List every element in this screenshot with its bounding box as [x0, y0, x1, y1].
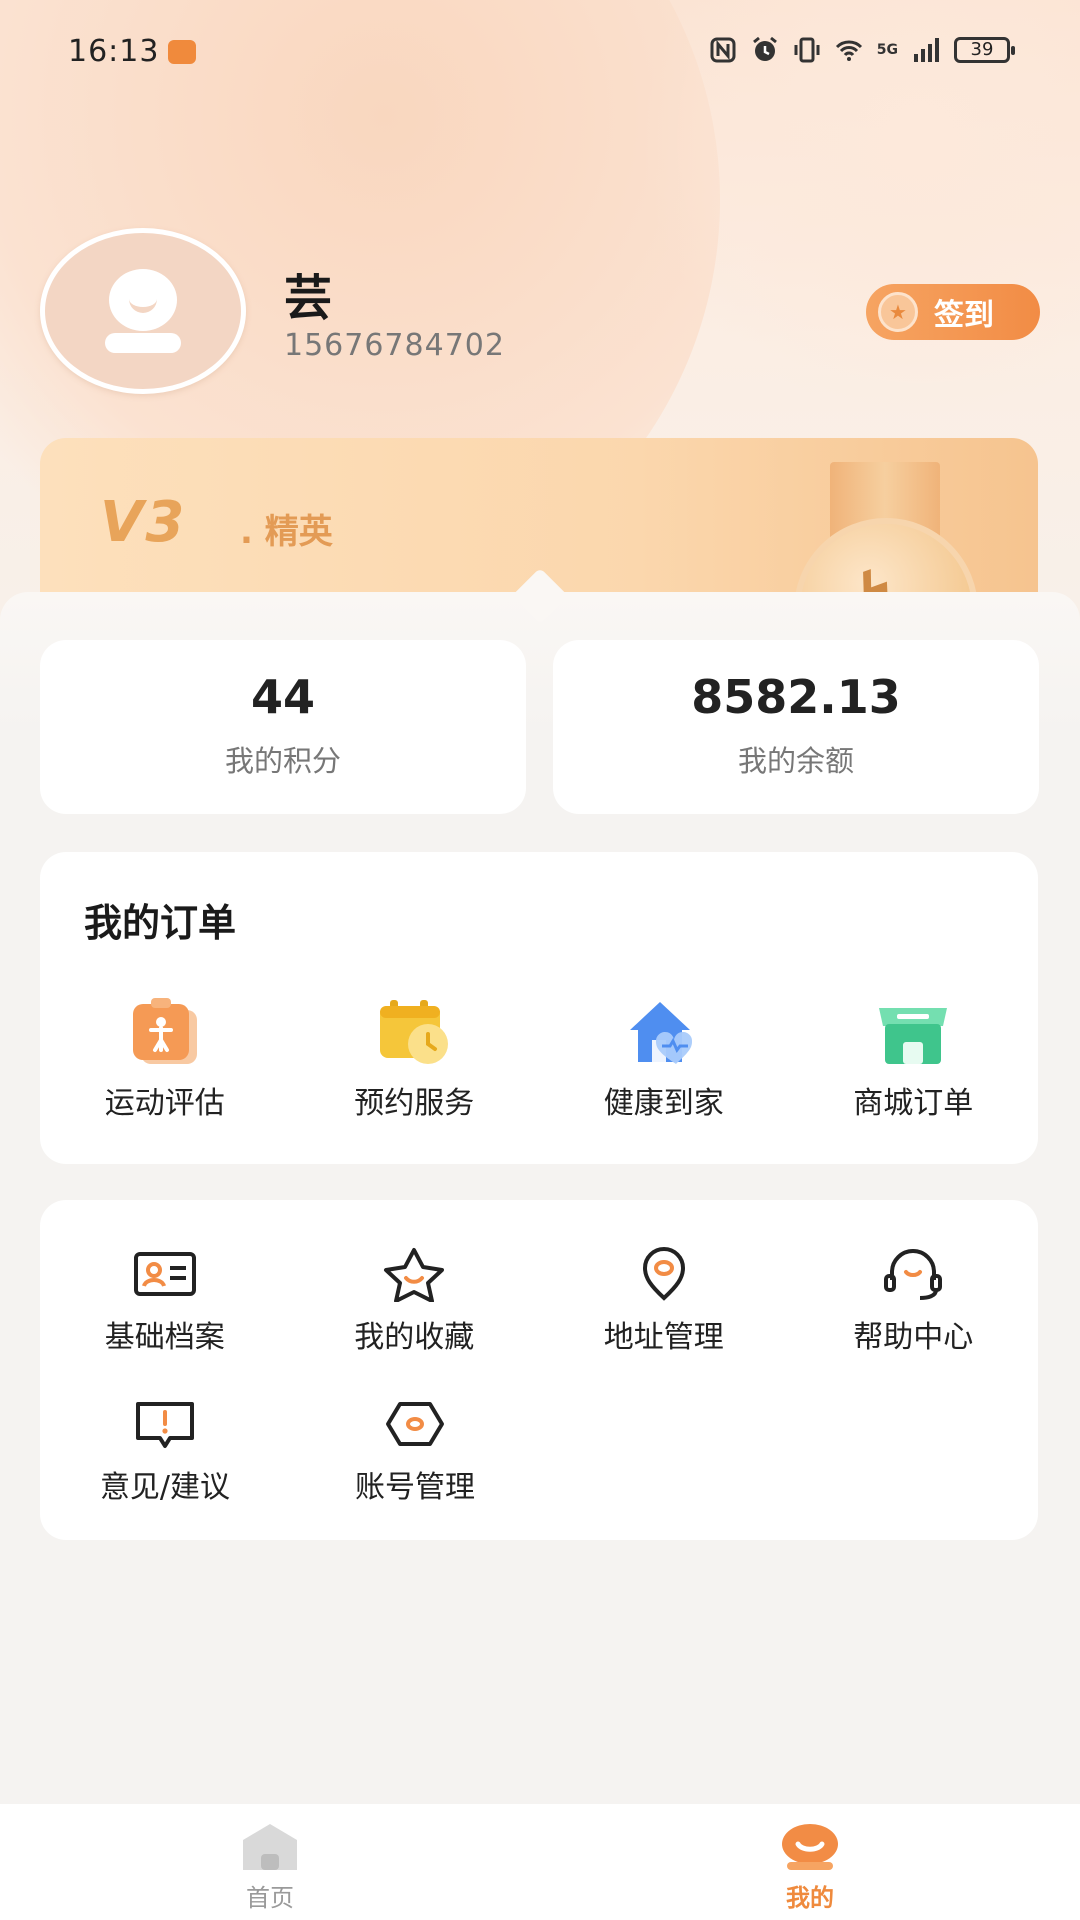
signal-icon — [914, 38, 939, 62]
star-icon — [384, 1248, 445, 1302]
balance-label: 我的余额 — [737, 744, 854, 778]
tab-label: 我的 — [786, 1884, 834, 1912]
points-card[interactable]: 44 我的积分 — [40, 640, 526, 814]
order-item-appointment[interactable]: 预约服务 — [290, 998, 540, 1122]
location-pin-icon — [642, 1247, 685, 1301]
status-icons: 5G 39 — [709, 36, 1015, 64]
avatar[interactable] — [40, 228, 246, 394]
shop-icon — [879, 1008, 948, 1064]
points-label: 我的积分 — [224, 744, 341, 778]
tool-item-label: 账号管理 — [355, 1470, 475, 1505]
tool-item-basic-profile[interactable]: 基础档案 — [40, 1246, 290, 1356]
signin-label: 签到 — [934, 298, 994, 333]
tool-item-label: 基础档案 — [104, 1320, 225, 1355]
home-icon — [243, 1824, 297, 1870]
order-item-label: 预约服务 — [354, 1086, 475, 1121]
tool-item-label: 我的收藏 — [354, 1320, 475, 1355]
mine-icon — [782, 1824, 838, 1870]
notification-app-icon — [168, 40, 196, 64]
sport-assessment-icon — [132, 998, 197, 1064]
points-value: 44 — [250, 670, 315, 724]
order-item-label: 运动评估 — [104, 1086, 225, 1121]
network-type: 5G — [876, 42, 898, 58]
vip-title: . 精英 — [240, 512, 333, 552]
orders-grid: 运动评估 预约服务 健康到家 商城订单 — [40, 998, 1038, 1122]
user-phone: 15676784702 — [284, 328, 505, 363]
tools-card: 基础档案 我的收藏 地址管理 帮助中心 意见/建议 账号管理 — [40, 1200, 1038, 1540]
tool-item-label: 意见/建议 — [99, 1470, 231, 1505]
order-item-sport-assessment[interactable]: 运动评估 — [40, 998, 290, 1122]
tab-mine[interactable]: 我的 — [540, 1804, 1080, 1920]
balance-card[interactable]: 8582.13 我的余额 — [553, 640, 1039, 814]
order-item-shop[interactable]: 商城订单 — [789, 998, 1039, 1122]
order-item-home-health[interactable]: 健康到家 — [539, 998, 789, 1122]
signin-button[interactable]: ★ 签到 — [866, 284, 1040, 340]
tool-item-account[interactable]: 账号管理 — [290, 1396, 540, 1506]
feedback-icon — [136, 1402, 194, 1448]
bottom-tab-bar: 首页 我的 — [0, 1804, 1080, 1920]
vibrate-icon — [794, 37, 820, 63]
tab-home[interactable]: 首页 — [0, 1804, 540, 1920]
orders-card: 我的订单 运动评估 预约服务 健康到家 商城订单 — [40, 852, 1038, 1164]
tools-row-2: 意见/建议 账号管理 — [40, 1396, 1038, 1506]
battery-indicator: 39 — [954, 37, 1015, 63]
settings-hexagon-icon — [386, 1402, 444, 1446]
tools-row-1: 基础档案 我的收藏 地址管理 帮助中心 — [40, 1246, 1038, 1356]
order-item-label: 商城订单 — [853, 1086, 974, 1121]
tool-item-help[interactable]: 帮助中心 — [789, 1246, 1039, 1356]
tool-item-feedback[interactable]: 意见/建议 — [40, 1396, 290, 1506]
balance-value: 8582.13 — [691, 670, 901, 724]
headset-icon — [884, 1249, 943, 1300]
status-time: 16:13 — [68, 34, 160, 69]
calendar-clock-icon — [380, 1000, 449, 1064]
tool-item-address[interactable]: 地址管理 — [539, 1246, 789, 1356]
star-badge-icon: ★ — [878, 292, 918, 332]
user-name: 芸 — [284, 270, 333, 326]
avatar-placeholder-icon — [105, 269, 181, 353]
tab-label: 首页 — [246, 1884, 294, 1912]
order-item-label: 健康到家 — [603, 1086, 724, 1121]
home-health-icon — [629, 1002, 692, 1064]
status-bar: 16:13 5G 39 — [0, 0, 1080, 100]
tool-item-label: 地址管理 — [603, 1320, 724, 1355]
id-card-icon — [133, 1252, 196, 1296]
wifi-icon — [835, 40, 862, 61]
nfc-icon — [710, 37, 736, 63]
tool-item-label: 帮助中心 — [853, 1320, 974, 1355]
orders-title: 我的订单 — [84, 901, 237, 945]
tool-item-favorites[interactable]: 我的收藏 — [290, 1246, 540, 1356]
vip-level: V3 — [100, 490, 187, 555]
alarm-icon — [752, 36, 777, 61]
